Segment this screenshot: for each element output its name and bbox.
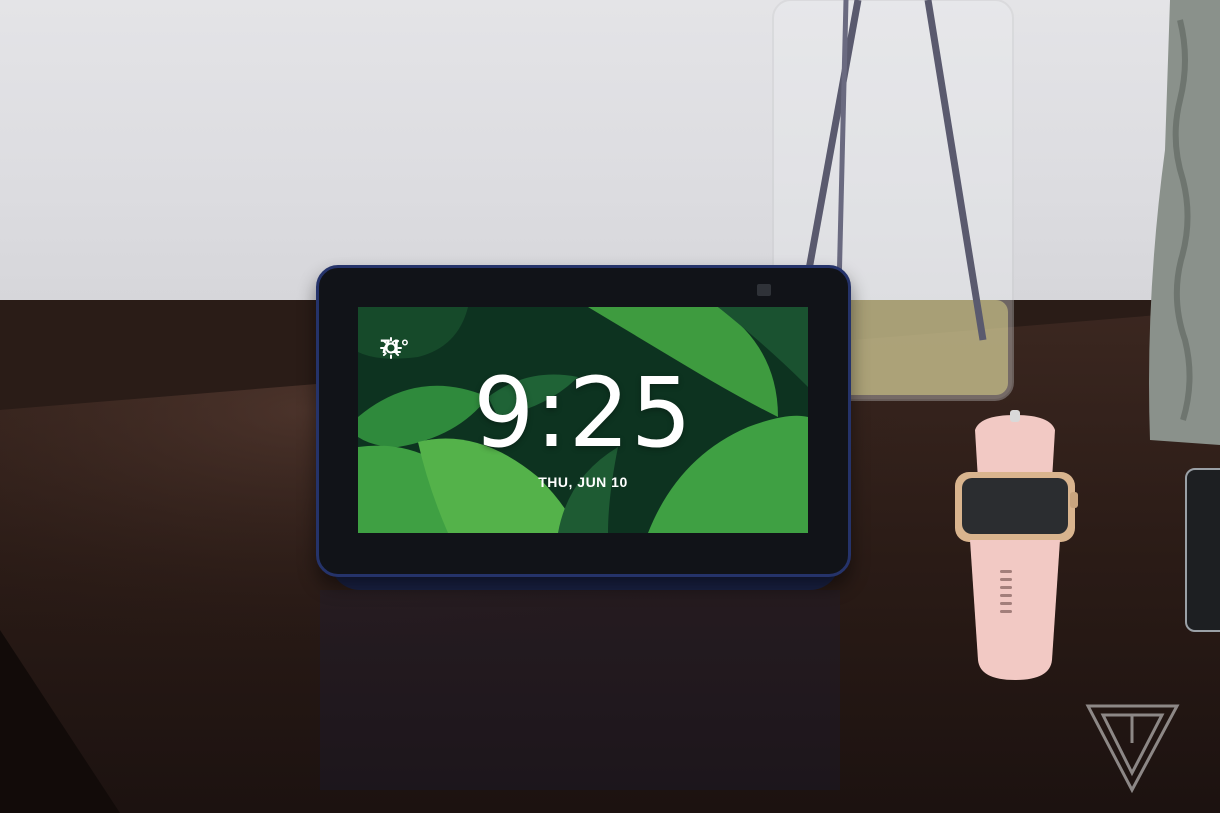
clock-date: THU, JUN 10 (538, 474, 628, 490)
smartwatch (940, 410, 1090, 690)
weather-widget[interactable]: 71° (380, 337, 409, 359)
phone-edge (1185, 468, 1220, 632)
photo-scene: 71° 9:25 THU, JUN 10 (0, 0, 1220, 813)
verge-logo-icon (1085, 704, 1180, 793)
clock-time: 9:25 (473, 357, 693, 469)
lamp-base (1145, 0, 1220, 450)
camera-icon (757, 284, 771, 296)
device-screen: 71° 9:25 THU, JUN 10 (358, 307, 808, 533)
sun-icon (380, 337, 402, 359)
